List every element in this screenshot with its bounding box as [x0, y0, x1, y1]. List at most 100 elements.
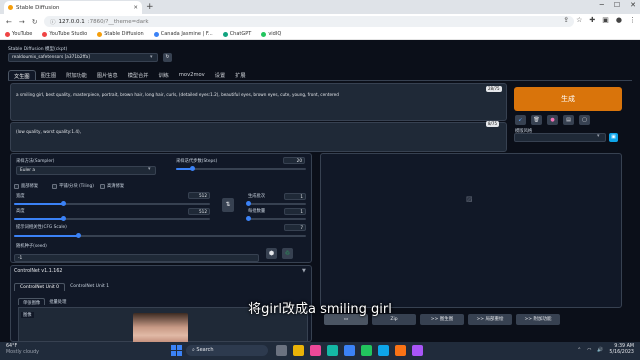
tab-img2img[interactable]: 图生图	[36, 70, 62, 80]
batch-size-label: 每批数量	[248, 209, 266, 214]
batch-count-slider[interactable]	[248, 203, 306, 205]
menu-icon[interactable]: ⋮	[629, 16, 636, 24]
width-input[interactable]: 512	[188, 192, 210, 199]
bookmark-canada-jasmine[interactable]: Canada Jasmine | F...	[153, 31, 213, 37]
recycle-icon[interactable]: ♲	[282, 248, 293, 259]
batch-count-slider-handle[interactable]	[246, 201, 251, 206]
steps-slider[interactable]	[176, 168, 306, 170]
tab-merge[interactable]: 模型合并	[123, 70, 154, 80]
steps-input[interactable]: 20	[283, 157, 305, 164]
photos-icon[interactable]	[310, 345, 321, 356]
volume-icon[interactable]: 🔊	[597, 348, 603, 353]
batch-size-slider-handle[interactable]	[246, 216, 251, 221]
generate-button[interactable]: 生成	[514, 87, 622, 111]
cfg-input[interactable]: 7	[284, 224, 306, 231]
tab-title: Stable Diffusion	[16, 4, 60, 11]
bookmark-star-icon[interactable]: ☆	[576, 16, 582, 24]
window-controls: ─ ☐ ✕	[600, 1, 636, 9]
face-restore-checkbox[interactable]: 面部修复	[14, 183, 38, 189]
seed-input[interactable]: -1	[14, 254, 259, 262]
chevron-down-icon: ▾	[150, 54, 153, 60]
height-slider[interactable]	[14, 218, 210, 220]
url-input[interactable]: ⓘ 127.0.0.1:7860/?__theme=dark	[44, 16, 574, 27]
browser-tab[interactable]: Stable Diffusion ✕	[4, 1, 142, 14]
tab-extras[interactable]: 附加功能	[61, 70, 92, 80]
apply-style-button[interactable]: ▣	[609, 133, 618, 142]
app-icon[interactable]	[395, 345, 406, 356]
chevron-up-icon[interactable]: ⌃	[577, 348, 581, 353]
back-icon[interactable]: ←	[6, 18, 12, 26]
prompt-input[interactable]: a smiling girl, best quality, masterpiec…	[10, 83, 507, 121]
tiling-checkbox[interactable]: 平铺/分块 (Tiling)	[52, 183, 94, 189]
trash-icon[interactable]: 🗑	[531, 115, 542, 125]
height-input[interactable]: 512	[188, 208, 210, 215]
new-tab-icon[interactable]: +	[146, 2, 154, 12]
reload-icon[interactable]: ↻	[32, 18, 38, 26]
share-icon[interactable]: ⇪	[563, 16, 569, 24]
negative-prompt-input[interactable]: (low quality, worst quality:1.4),	[10, 122, 507, 152]
width-slider[interactable]	[14, 203, 210, 205]
chrome-icon[interactable]	[361, 345, 372, 356]
app-icon[interactable]	[412, 345, 423, 356]
bookmark-youtube[interactable]: YouTube	[5, 31, 32, 37]
minimize-icon[interactable]: ─	[600, 1, 604, 9]
controlnet-title[interactable]: ControlNet v1.1.162	[14, 269, 62, 274]
batch-size-input[interactable]: 1	[284, 208, 306, 215]
vidiq-icon	[261, 31, 267, 37]
weather-widget[interactable]: 64°F Mostly cloudy	[6, 344, 39, 356]
batch-count-input[interactable]: 1	[284, 193, 306, 200]
close-window-icon[interactable]: ✕	[630, 1, 636, 9]
checkpoint-select[interactable]: realdoumix_safetensors [a371b2ffa]	[8, 53, 158, 62]
tab-extensions[interactable]: 扩展	[230, 70, 250, 80]
store-icon[interactable]	[378, 345, 389, 356]
prompt-token-counter: 28/75	[486, 86, 502, 92]
extensions-icon[interactable]: ✚	[589, 16, 595, 24]
prompt-tools: ↙ 🗑 ● ▤ ▢	[515, 115, 590, 125]
refresh-checkpoint-button[interactable]: ↻	[163, 53, 172, 62]
bookmark-stable-diffusion[interactable]: Stable Diffusion	[97, 31, 144, 37]
cfg-slider-handle[interactable]	[75, 233, 81, 238]
clipboard-icon[interactable]: ▤	[563, 115, 574, 125]
tab-controlnet-unit-1[interactable]: ControlNet Unit 1	[65, 283, 114, 291]
sampler-select[interactable]: Euler a	[16, 166, 156, 175]
windows-start-icon[interactable]	[171, 345, 182, 356]
wifi-icon[interactable]: ◠	[587, 348, 591, 353]
taskbar-search-input[interactable]: ⌕ Search	[186, 345, 268, 356]
edge-icon[interactable]	[344, 345, 355, 356]
hires-checkbox[interactable]: 高清修复	[100, 183, 124, 189]
bookmark-vidiq[interactable]: vidIQ	[261, 31, 281, 37]
tab-mov2mov[interactable]: mov2mov	[174, 70, 210, 80]
tab-train[interactable]: 训练	[153, 70, 173, 80]
dice-icon[interactable]: ⬢	[266, 248, 277, 259]
read-params-icon[interactable]: ↙	[515, 115, 526, 125]
tab-controlnet-unit-0[interactable]: ControlNet Unit 0	[14, 283, 66, 291]
extra-networks-icon[interactable]: ●	[547, 115, 558, 125]
cfg-slider[interactable]	[14, 235, 306, 237]
swap-dimensions-button[interactable]: ⇅	[222, 198, 234, 212]
tab-txt2img[interactable]: 文生图	[8, 70, 36, 80]
bookmark-youtube-studio[interactable]: YouTube Studio	[42, 31, 87, 37]
save-style-icon[interactable]: ▢	[579, 115, 590, 125]
bookmark-chatgpt[interactable]: ChatGPT	[222, 31, 251, 37]
styles-select[interactable]	[514, 133, 606, 142]
url-path: :7860/?__theme=dark	[87, 18, 149, 25]
profile-icon[interactable]: ●	[616, 16, 622, 24]
clock[interactable]: 9:39 AM 5/16/2023	[609, 344, 634, 356]
collapse-icon[interactable]: ▼	[302, 268, 306, 274]
negative-token-counter: 8/75	[486, 121, 499, 127]
sidebar-icon[interactable]: ▣	[602, 16, 609, 24]
output-gallery	[320, 153, 622, 308]
width-slider-handle[interactable]	[60, 201, 66, 206]
capcut-icon[interactable]	[327, 345, 338, 356]
maximize-icon[interactable]: ☐	[614, 1, 620, 9]
tab-settings[interactable]: 设置	[210, 70, 230, 80]
batch-size-slider[interactable]	[248, 218, 306, 220]
tab-png-info[interactable]: 图片信息	[92, 70, 123, 80]
file-explorer-icon[interactable]	[276, 345, 287, 356]
folder-icon[interactable]	[293, 345, 304, 356]
sampler-label: 采样方法(Sampler)	[16, 159, 55, 164]
youtube-studio-icon	[42, 31, 48, 37]
close-tab-icon[interactable]: ✕	[133, 5, 138, 11]
forward-icon[interactable]: →	[19, 18, 25, 26]
height-slider-handle[interactable]	[60, 216, 66, 221]
